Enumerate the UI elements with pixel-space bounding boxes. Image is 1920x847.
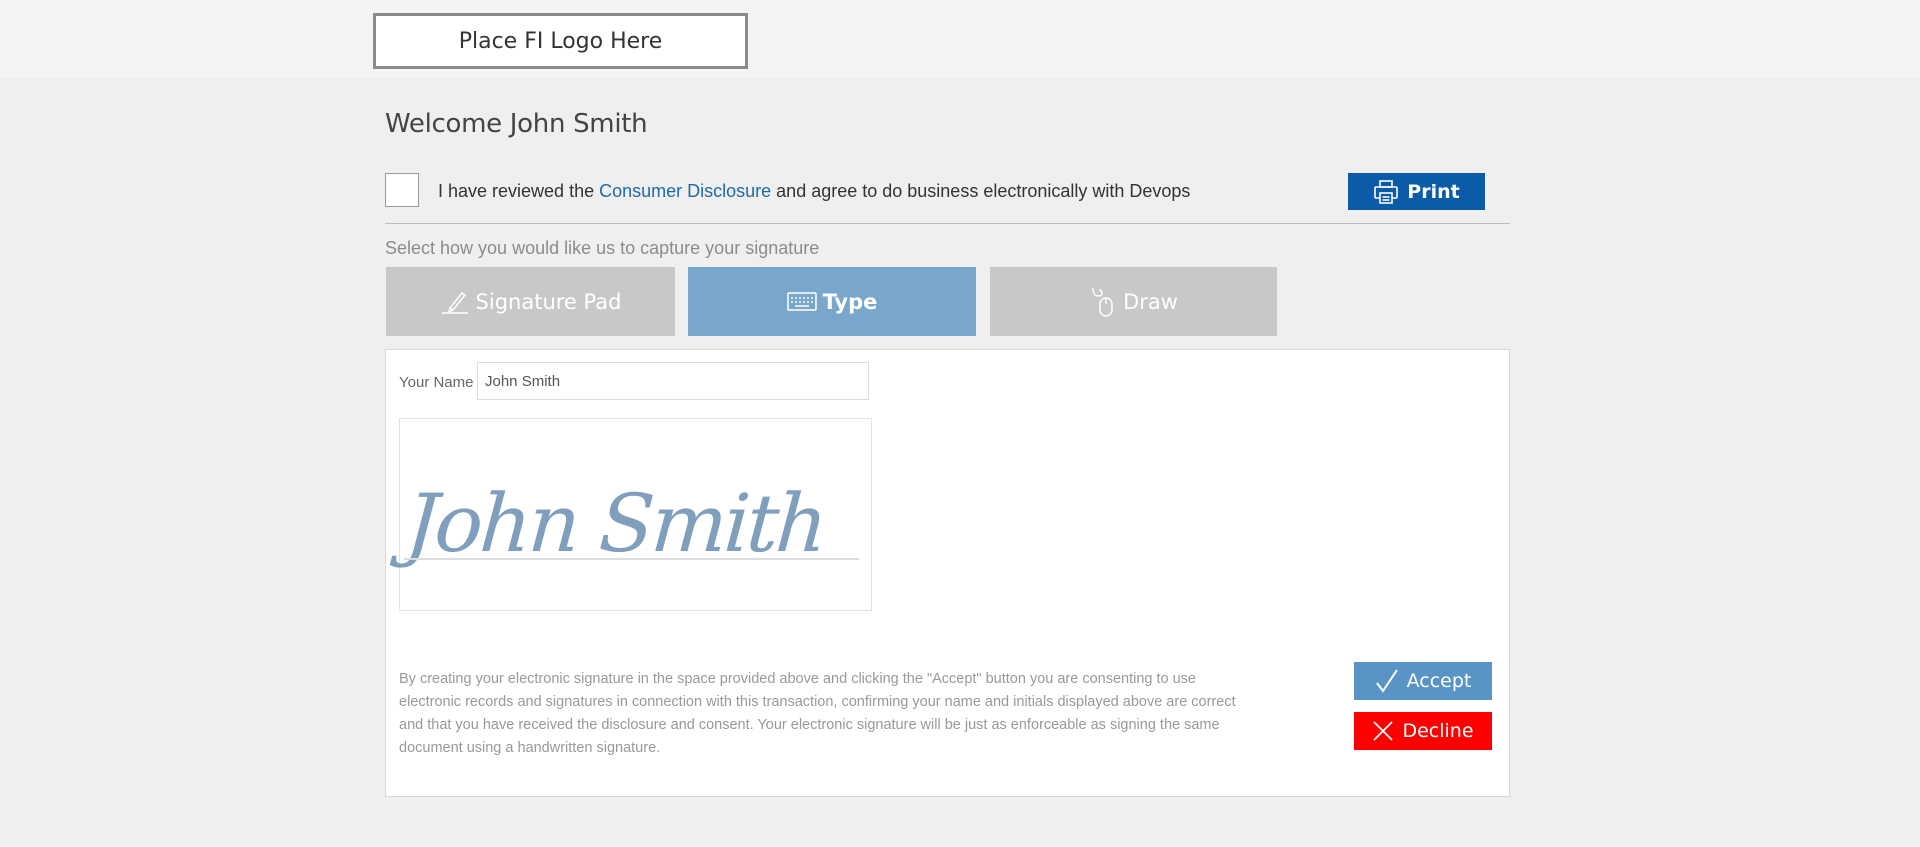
print-button[interactable]: Print: [1348, 173, 1485, 210]
page-title: Welcome John Smith: [385, 109, 648, 139]
mouse-icon: [1089, 286, 1117, 318]
signature-baseline: [404, 558, 859, 560]
printer-icon: [1373, 179, 1399, 205]
consumer-disclosure-link[interactable]: Consumer Disclosure: [599, 181, 771, 201]
tab-signature-pad[interactable]: Signature Pad: [386, 267, 675, 336]
print-label: Print: [1407, 180, 1460, 203]
signature-preview-box: John Smith: [399, 418, 872, 611]
keyboard-icon: [786, 291, 817, 313]
divider: [385, 223, 1510, 224]
tab-signature-pad-label: Signature Pad: [475, 289, 622, 314]
consent-checkbox[interactable]: [385, 173, 419, 207]
legal-consent-text: By creating your electronic signature in…: [399, 671, 1236, 756]
logo-placeholder: Place FI Logo Here: [373, 13, 748, 69]
close-icon: [1372, 720, 1394, 742]
top-bar: Place FI Logo Here: [0, 0, 1920, 78]
tab-type[interactable]: Type: [688, 267, 976, 336]
signature-panel: Your Name John Smith By creating your el…: [385, 349, 1510, 797]
pen-nib-icon: [440, 289, 470, 315]
your-name-label: Your Name: [399, 374, 474, 391]
accept-label: Accept: [1406, 670, 1472, 692]
signature-preview: John Smith: [402, 477, 828, 570]
checkmark-icon: [1375, 668, 1399, 694]
logo-text: Place FI Logo Here: [458, 28, 663, 54]
accept-button[interactable]: Accept: [1354, 662, 1492, 700]
tab-type-label: Type: [822, 289, 878, 314]
consent-text: I have reviewed the Consumer Disclosure …: [438, 181, 1190, 202]
consent-text-before: I have reviewed the: [438, 181, 600, 201]
your-name-input[interactable]: [477, 362, 869, 400]
tab-draw[interactable]: Draw: [990, 267, 1277, 336]
tab-draw-label: Draw: [1123, 289, 1178, 314]
decline-button[interactable]: Decline: [1354, 712, 1492, 750]
consent-text-after: and agree to do business electronically …: [771, 181, 1191, 201]
capture-prompt: Select how you would like us to capture …: [385, 238, 820, 258]
decline-label: Decline: [1402, 720, 1474, 742]
